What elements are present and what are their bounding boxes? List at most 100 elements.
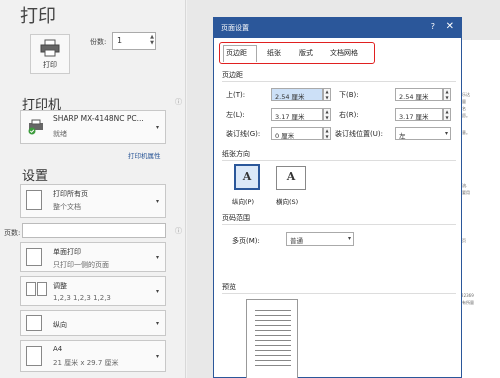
orientation-select[interactable]: 纵向 ▾ (20, 310, 166, 336)
divider (222, 224, 456, 225)
preview-line (255, 325, 291, 326)
margins-heading: 页边距 (222, 71, 243, 79)
gutter-position-value: 左 (399, 132, 406, 140)
preview-line (255, 365, 291, 366)
preview-line (255, 360, 291, 361)
gutter-spinner[interactable]: ▲ ▼ (323, 127, 331, 140)
portrait-button[interactable]: A (234, 164, 260, 190)
gutter-input[interactable]: 0 厘米 (271, 127, 323, 140)
close-icon[interactable]: ✕ (446, 21, 454, 32)
chevron-down-icon: ▾ (155, 320, 159, 327)
printer-select[interactable]: SHARP MX-4148NC PC... 就绪 ▾ (20, 110, 166, 144)
left-margin-label: 左(L): (226, 111, 245, 119)
divider (222, 160, 456, 161)
multiple-pages-select[interactable]: 普通 ▾ (286, 232, 354, 246)
divider (222, 81, 456, 82)
top-margin-spinner[interactable]: ▲ ▼ (323, 88, 331, 101)
preview-line (255, 350, 291, 351)
gutter-position-select[interactable]: 左 ▾ (395, 127, 451, 140)
paper-size-select[interactable]: A4 21 厘米 x 29.7 厘米 ▾ (20, 340, 166, 372)
printer-status: 就绪 (53, 130, 67, 138)
preview-line (255, 345, 291, 346)
preview-line (255, 335, 291, 336)
pages-input[interactable] (22, 223, 166, 238)
option-title: 打印所有页 (53, 190, 88, 198)
multiple-pages-label: 多页(M): (232, 237, 260, 245)
printer-properties-link[interactable]: 打印机属性 (128, 150, 161, 160)
copies-value: 1 (117, 36, 123, 45)
chevron-down-icon: ▾ (444, 130, 448, 137)
printer-icon (40, 39, 60, 57)
option-subtitle: 只打印一侧的页面 (53, 261, 109, 269)
preview-line (255, 320, 291, 321)
landscape-button[interactable]: A (276, 166, 306, 190)
info-icon[interactable]: ⓘ (175, 97, 182, 107)
portrait-label: 纵向(P) (232, 198, 254, 206)
divider (222, 293, 456, 294)
print-panel: 打印 打印 份数: 1 ▲ ▼ 打印机 ⓘ SHARP MX-4148NC PC.… (0, 0, 186, 378)
bottom-margin-spinner[interactable]: ▲ ▼ (443, 88, 451, 101)
option-title: 调整 (53, 282, 67, 290)
collate-icon (26, 282, 36, 296)
page-setup-dialog: 页面设置 ? ✕ 页边距 纸张 版式 文档网格 页边距 上(T): 2.54 厘… (213, 17, 462, 378)
help-button[interactable]: ? (431, 22, 435, 31)
landscape-label: 横向(S) (276, 198, 299, 206)
option-title: A4 (53, 345, 63, 353)
top-margin-label: 上(T): (226, 91, 246, 99)
tab-bar: 页边距 纸张 版式 文档网格 (219, 42, 375, 64)
option-subtitle: 21 厘米 x 29.7 厘米 (53, 359, 119, 367)
dialog-titlebar: 页面设置 ? ✕ (214, 18, 461, 38)
option-title: 纵向 (53, 321, 67, 329)
page-title: 打印 (20, 6, 56, 27)
bottom-margin-label: 下(B): (339, 91, 359, 99)
info-icon[interactable]: ⓘ (175, 226, 182, 236)
single-side-icon (26, 248, 42, 266)
printer-status-icon (28, 119, 43, 135)
gutter-label: 装订线(G): (226, 130, 261, 138)
tab-paper[interactable]: 纸张 (267, 48, 281, 58)
multiple-pages-value: 普通 (290, 237, 303, 245)
pages-label: 页数: (4, 229, 21, 237)
collate-select[interactable]: 调整 1,2,3 1,2,3 1,2,3 ▾ (20, 276, 166, 306)
right-margin-label: 右(R): (339, 111, 359, 119)
printer-name: SHARP MX-4148NC PC... (53, 114, 144, 123)
chevron-down-icon: ▾ (155, 353, 159, 360)
tab-margins[interactable]: 页边距 (226, 48, 247, 58)
left-margin-spinner[interactable]: ▲ ▼ (323, 108, 331, 121)
chevron-down-icon: ▾ (347, 235, 351, 242)
copies-spinner[interactable]: ▲ ▼ (150, 34, 154, 46)
preview-line (255, 315, 291, 316)
chevron-down-icon: ▾ (155, 288, 159, 295)
page-range-heading: 页码范围 (222, 214, 250, 222)
print-range-select[interactable]: 打印所有页 整个文档 ▾ (20, 184, 166, 218)
chevron-down-icon: ▾ (155, 254, 159, 261)
chevron-down-icon: ▾ (155, 124, 159, 131)
print-button-label: 打印 (43, 61, 57, 69)
option-subtitle: 1,2,3 1,2,3 1,2,3 (53, 294, 111, 302)
tab-layout[interactable]: 版式 (299, 48, 313, 58)
sides-select[interactable]: 单面打印 只打印一侧的页面 ▾ (20, 242, 166, 272)
tab-document-grid[interactable]: 文档网格 (330, 48, 358, 58)
left-margin-input[interactable]: 3.17 厘米 (271, 108, 323, 121)
right-margin-input[interactable]: 3.17 厘米 (395, 108, 443, 121)
chevron-down-icon: ▾ (155, 198, 159, 205)
paper-icon (26, 346, 42, 366)
preview-line (255, 330, 291, 331)
settings-heading: 设置 (22, 169, 49, 184)
copies-input[interactable]: 1 ▲ ▼ (112, 32, 156, 50)
preview-line (255, 355, 291, 356)
page-preview-thumbnail (246, 299, 298, 378)
preview-heading: 预览 (222, 283, 236, 291)
copies-label: 份数: (90, 38, 107, 46)
gutter-position-label: 装订线位置(U): (335, 130, 383, 138)
bottom-margin-input[interactable]: 2.54 厘米 (395, 88, 443, 101)
preview-line (255, 310, 291, 311)
print-button[interactable]: 打印 (30, 34, 70, 74)
portrait-icon (26, 315, 42, 331)
right-margin-spinner[interactable]: ▲ ▼ (443, 108, 451, 121)
preview-line (255, 340, 291, 341)
orientation-heading: 纸张方向 (222, 150, 250, 158)
option-title: 单面打印 (53, 248, 81, 256)
page-icon (26, 190, 42, 210)
top-margin-input[interactable]: 2.54 厘米 (271, 88, 323, 101)
